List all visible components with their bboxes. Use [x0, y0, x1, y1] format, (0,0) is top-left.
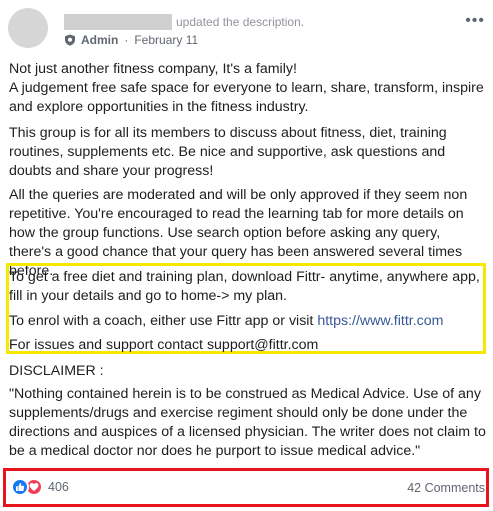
intro-line-1: Not just another fitness company, It's a… — [9, 61, 297, 77]
meta-separator: · — [124, 33, 129, 47]
post-date[interactable]: February 11 — [134, 32, 198, 48]
like-icon — [11, 478, 29, 496]
shield-icon — [65, 34, 75, 46]
post-action-text: updated the description. — [176, 15, 305, 29]
comments-count-link[interactable]: 42 Comments — [407, 480, 485, 496]
admin-badge: Admin — [81, 33, 119, 47]
reactions-summary[interactable]: 406 — [11, 478, 69, 496]
fittr-website-link[interactable]: https://www.fittr.com — [317, 313, 443, 329]
post-meta: Admin · February 11 — [64, 32, 198, 48]
enrol-coach-text: To enrol with a coach, either use Fittr … — [9, 312, 486, 331]
author-name-redacted[interactable] — [64, 14, 172, 30]
reaction-count: 406 — [48, 480, 69, 494]
free-plan-text: To get a free diet and training plan, do… — [9, 269, 480, 304]
support-contact-text: For issues and support contact support@f… — [9, 337, 319, 353]
intro-line-2: A judgement free safe space for everyone… — [9, 80, 484, 115]
avatar[interactable] — [8, 8, 48, 48]
description-paragraph-2: This group is for all its members to dis… — [9, 125, 447, 179]
description-intro: Not just another fitness company, It's a… — [9, 60, 486, 117]
disclaimer-label: DISCLAIMER : — [9, 363, 104, 379]
disclaimer-text: "Nothing contained herein is to be const… — [9, 386, 486, 459]
enrol-coach-label: To enrol with a coach, either use Fittr … — [9, 313, 318, 329]
more-options-icon[interactable]: ••• — [465, 12, 485, 30]
post-header: updated the description. Admin · Februar… — [8, 6, 485, 50]
